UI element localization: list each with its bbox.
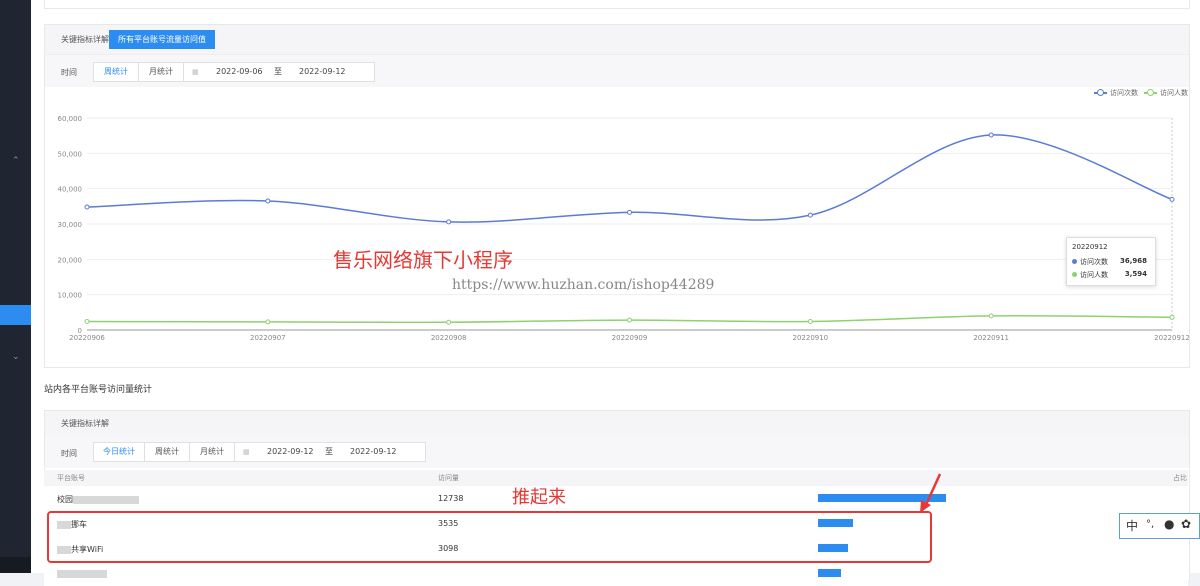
ime-chinese-icon[interactable]: 中 xyxy=(1126,517,1138,534)
punctuation-icon[interactable]: °, xyxy=(1146,519,1154,530)
settings-icon[interactable]: ✿ xyxy=(1181,517,1191,531)
annotation-text: 推起来 xyxy=(512,487,566,508)
arrow-head xyxy=(920,500,931,513)
ime-toolbar[interactable]: 中 °, ● ✿ xyxy=(1119,513,1200,539)
annotation-arrow xyxy=(920,473,942,513)
moon-icon[interactable]: ● xyxy=(1164,517,1174,531)
arrow-shaft xyxy=(923,473,942,508)
